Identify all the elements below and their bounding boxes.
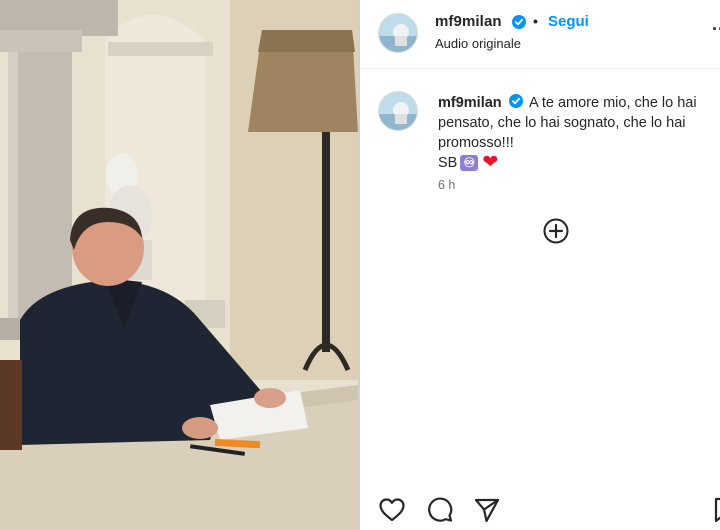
red-heart-emoji: ❤	[482, 152, 499, 173]
verified-icon	[512, 15, 526, 29]
post-username[interactable]: mf9milan	[435, 13, 502, 30]
infinity-emoji: ♾	[460, 155, 479, 171]
post-header: mf9milan • Segui Audio originale ...	[360, 0, 720, 68]
caption-line-1: A te amore mio, che lo hai	[528, 95, 697, 111]
plus-circle-icon[interactable]	[543, 218, 569, 244]
avatar[interactable]	[378, 13, 418, 53]
comment-icon[interactable]	[426, 496, 454, 524]
bookmark-icon[interactable]	[712, 496, 720, 524]
caption-line-2: pensato, che lo hai sognato, che lo hai	[438, 115, 686, 131]
audio-label[interactable]: Audio originale	[435, 36, 521, 51]
verified-icon	[508, 94, 523, 108]
caption-avatar[interactable]	[378, 91, 418, 131]
post-photo	[0, 0, 358, 530]
post-side-panel: mf9milan • Segui Audio originale ... mf9…	[360, 0, 720, 530]
follow-button[interactable]: Segui	[548, 13, 589, 30]
caption-line-3: promosso!!!	[438, 135, 514, 151]
more-options-icon[interactable]: ...	[712, 14, 720, 35]
header-divider	[360, 68, 720, 69]
heart-icon[interactable]	[378, 496, 406, 524]
caption-username[interactable]: mf9milan	[438, 95, 502, 111]
share-icon[interactable]	[473, 496, 501, 524]
signature-text: SB	[438, 155, 458, 171]
separator-dot: •	[533, 13, 538, 29]
post-timestamp[interactable]: 6 h	[438, 178, 455, 192]
caption-signature: SB ♾ ❤	[438, 153, 720, 173]
post-media[interactable]	[0, 0, 358, 530]
post-caption: mf9milan A te amore mio, che lo hai pens…	[438, 93, 720, 173]
